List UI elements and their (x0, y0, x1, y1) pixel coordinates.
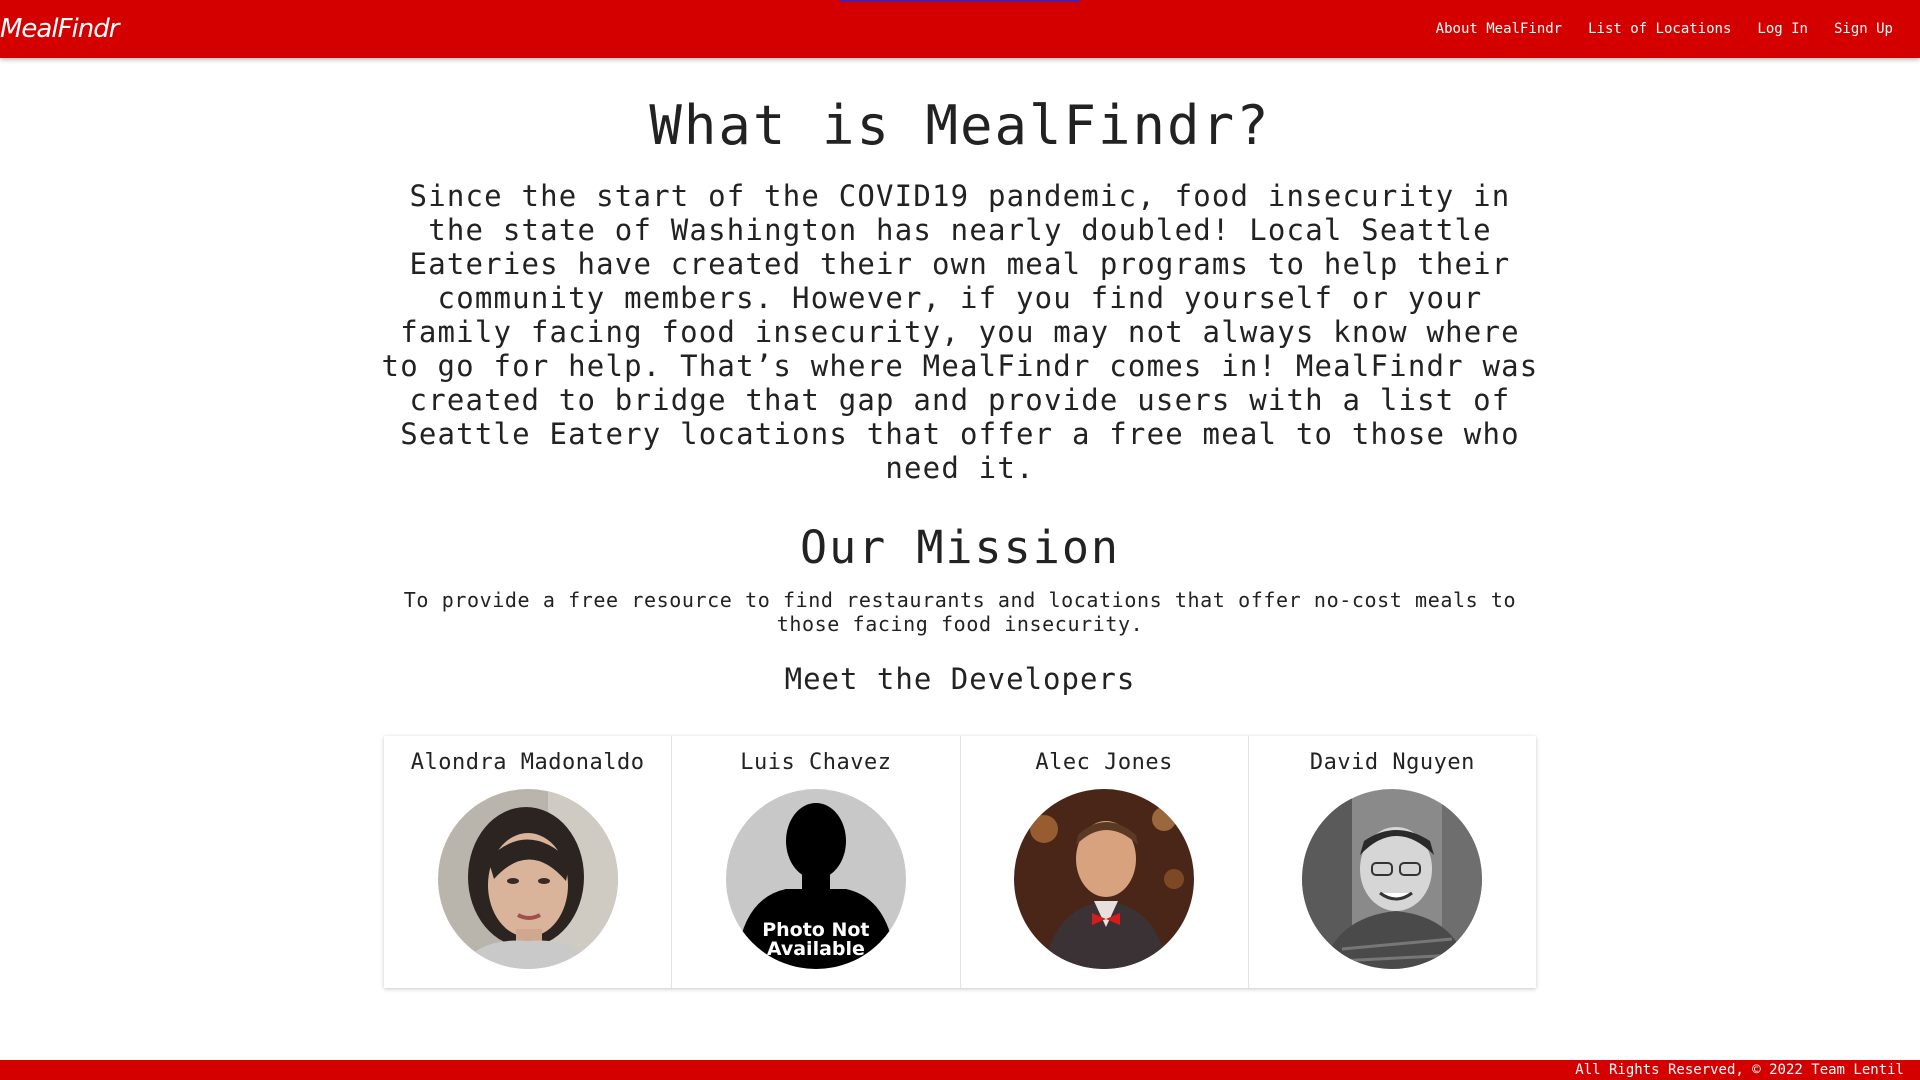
developers-heading: Meet the Developers (784, 662, 1136, 696)
portrait-image (437, 789, 618, 969)
developer-photo (437, 789, 618, 969)
developer-name: Alondra Madonaldo (410, 750, 645, 775)
developer-name: Alec Jones (1035, 750, 1173, 775)
top-navbar: MealFindr About MealFindr List of Locati… (0, 0, 1920, 58)
main-content: What is MealFindr? Since the start of th… (0, 58, 1920, 988)
about-section: What is MealFindr? Since the start of th… (380, 94, 1540, 696)
developer-card: Luis Chavez Photo Not Available (672, 736, 961, 988)
developer-name: Luis Chavez (740, 750, 892, 775)
developer-cards: Alondra Madonaldo Luis Chavez Photo Not … (384, 736, 1536, 988)
developer-card: David Nguyen (1248, 736, 1536, 988)
page-footer: All Rights Reserved, © 2022 Team Lentil (0, 1060, 1920, 1080)
developer-photo-placeholder: Photo Not Available (725, 789, 906, 969)
nav-links: About MealFindr List of Locations Log In… (1423, 21, 1906, 37)
nav-link-locations[interactable]: List of Locations (1575, 21, 1744, 37)
mission-heading: Our Mission (799, 521, 1120, 574)
copyright-text: All Rights Reserved, © 2022 Team Lentil (1575, 1062, 1904, 1078)
mission-text: To provide a free resource to find resta… (403, 588, 1517, 636)
developer-card: Alondra Madonaldo (384, 736, 673, 988)
photo-not-available-text: Photo Not Available (762, 919, 870, 960)
developer-photo (1014, 789, 1195, 969)
page-title: What is MealFindr? (649, 94, 1271, 157)
nav-link-about[interactable]: About MealFindr (1423, 21, 1575, 37)
developer-card: Alec Jones (960, 736, 1249, 988)
portrait-image (1302, 789, 1483, 969)
intro-paragraph: Since the start of the COVID19 pandemic,… (381, 179, 1539, 485)
developer-photo (1302, 789, 1483, 969)
nav-link-signup[interactable]: Sign Up (1821, 21, 1906, 37)
portrait-image (1014, 789, 1195, 969)
brand-logo-link[interactable]: MealFindr (0, 14, 119, 44)
nav-link-login[interactable]: Log In (1744, 21, 1821, 37)
developer-name: David Nguyen (1309, 750, 1475, 775)
navbar-accent-line (840, 0, 1080, 2)
